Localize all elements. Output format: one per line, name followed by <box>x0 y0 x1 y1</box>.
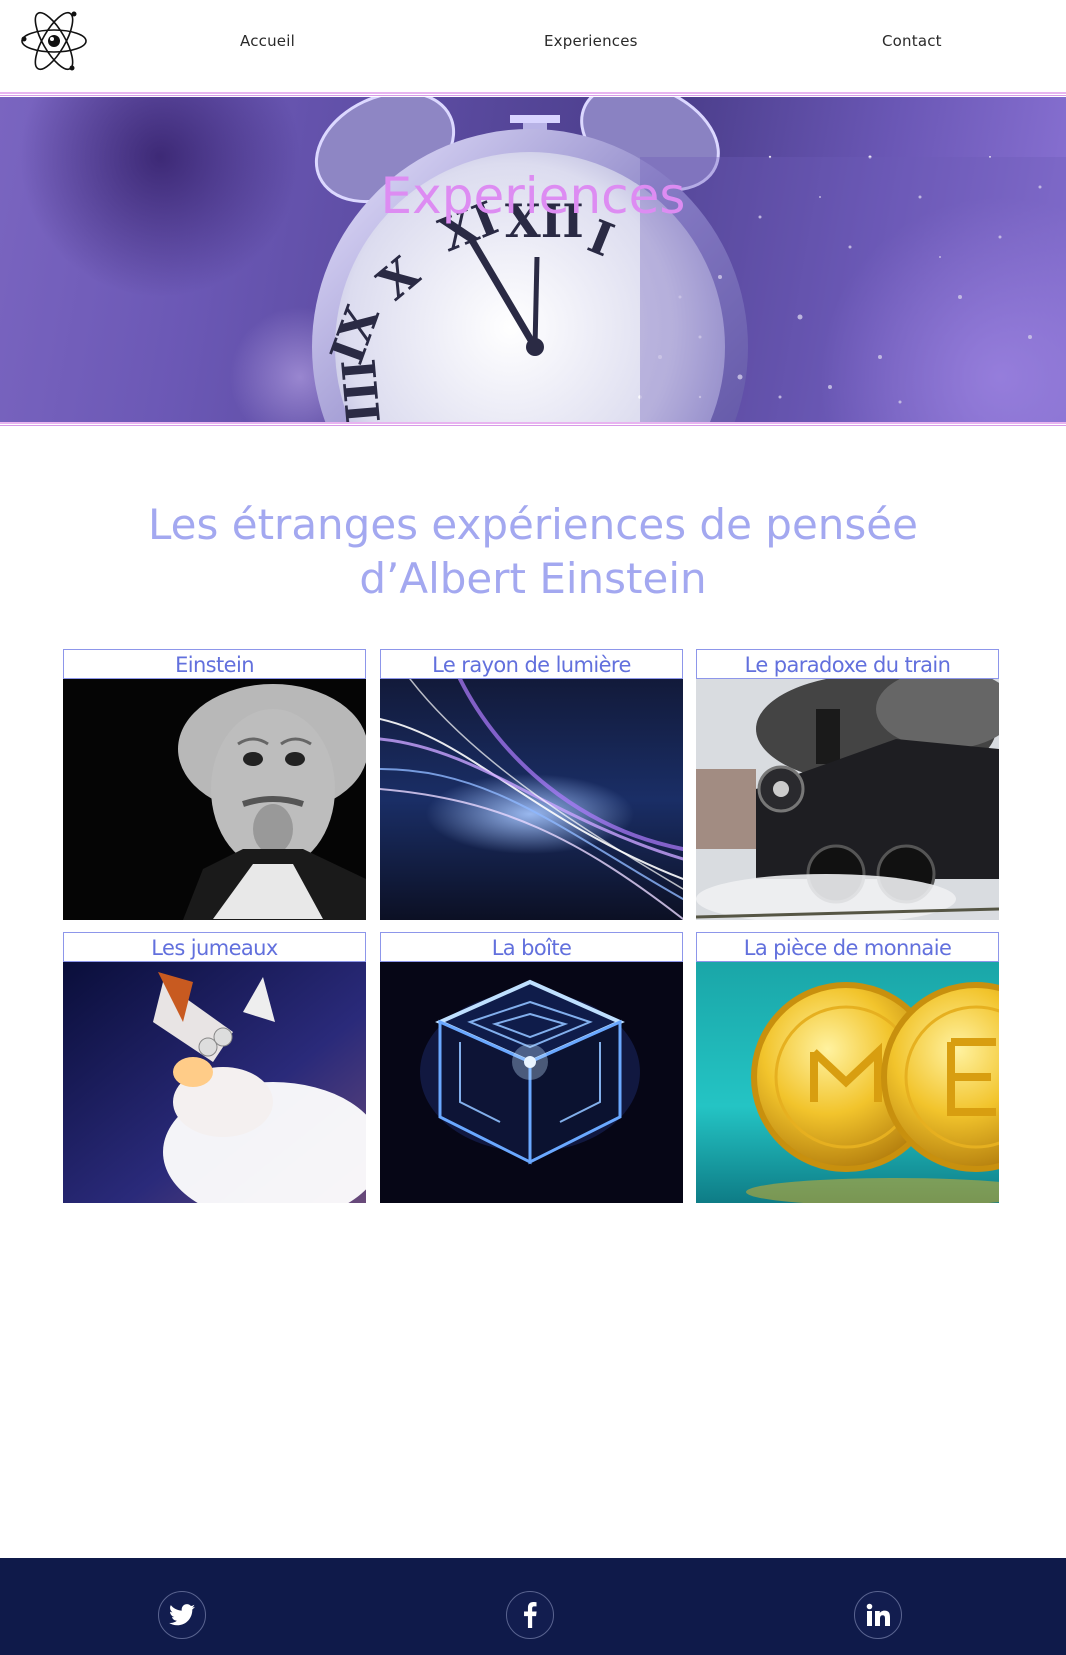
card-label[interactable]: Le rayon de lumière <box>380 649 683 679</box>
hero-divider-thin <box>0 425 1066 426</box>
einstein-tongue-photo[interactable] <box>63 679 366 920</box>
header-divider-thin <box>0 95 1066 96</box>
light-ray-image[interactable] <box>380 679 683 920</box>
nav-experiences[interactable]: Experiences <box>544 32 638 50</box>
card-jumeaux[interactable]: Les jumeaux <box>63 932 366 1203</box>
nav-contact[interactable]: Contact <box>882 32 942 50</box>
hero-title: Experiences <box>380 167 686 225</box>
site-footer <box>0 1558 1066 1655</box>
card-label[interactable]: Le paradoxe du train <box>696 649 999 679</box>
gold-coins-image[interactable] <box>696 962 999 1203</box>
linkedin-icon[interactable] <box>854 1591 902 1639</box>
steam-train-photo[interactable] <box>696 679 999 920</box>
space-shuttle-photo[interactable] <box>63 962 366 1203</box>
card-label[interactable]: Les jumeaux <box>63 932 366 962</box>
twitter-icon[interactable] <box>158 1591 206 1639</box>
card-einstein[interactable]: Einstein <box>63 649 366 920</box>
hero-banner: X XI XII I IX III Experiences <box>0 97 1066 422</box>
card-rayon-lumiere[interactable]: Le rayon de lumière <box>380 649 683 920</box>
card-label[interactable]: Einstein <box>63 649 366 679</box>
card-label[interactable]: La pièce de monnaie <box>696 932 999 962</box>
card-paradoxe-train[interactable]: Le paradoxe du train <box>696 649 999 920</box>
card-boite[interactable]: La boîte <box>380 932 683 1203</box>
header-divider <box>0 92 1066 94</box>
facebook-icon[interactable] <box>506 1591 554 1639</box>
svg-text:III: III <box>332 357 391 422</box>
card-piece-monnaie[interactable]: La pièce de monnaie <box>696 932 999 1203</box>
page-heading: Les étranges expériences de pensée d’Alb… <box>148 500 918 603</box>
nav-accueil[interactable]: Accueil <box>240 32 295 50</box>
site-header: Accueil Experiences Contact <box>0 0 1066 96</box>
card-label[interactable]: La boîte <box>380 932 683 962</box>
glowing-cube-image[interactable] <box>380 962 683 1203</box>
atom-logo[interactable] <box>18 6 90 76</box>
hero-divider <box>0 422 1066 424</box>
clock-dissolving-image: X XI XII I IX III <box>312 97 1066 422</box>
